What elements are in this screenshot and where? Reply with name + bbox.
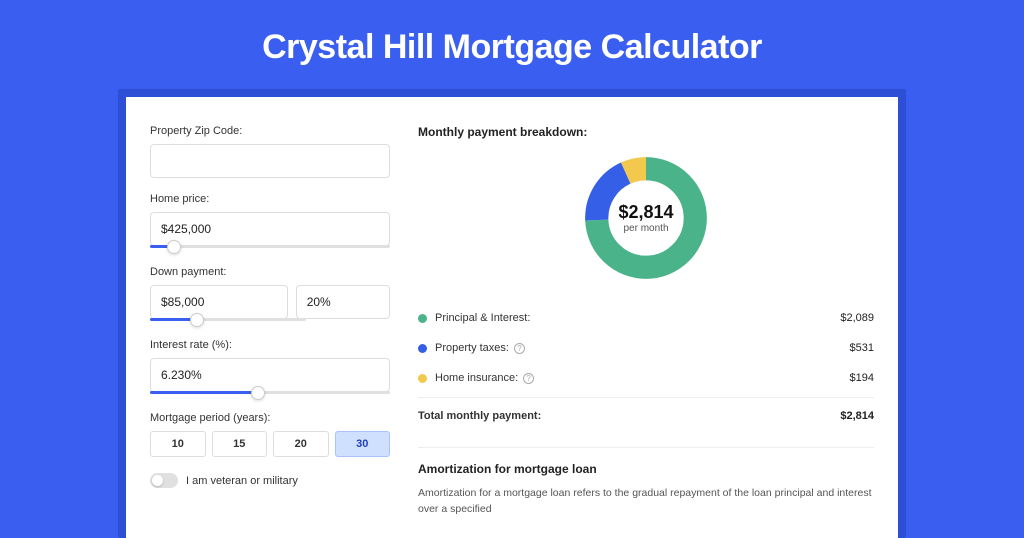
period-option-10[interactable]: 10 xyxy=(150,431,206,457)
legend-label-principal: Principal & Interest: xyxy=(435,312,840,324)
down-payment-amount-input[interactable] xyxy=(150,285,288,319)
legend-text: Property taxes: xyxy=(435,342,509,354)
down-payment-slider[interactable] xyxy=(150,318,306,321)
legend-row-taxes: Property taxes: ? $531 xyxy=(418,333,874,363)
veteran-row: I am veteran or military xyxy=(150,473,390,488)
page-title: Crystal Hill Mortgage Calculator xyxy=(0,0,1024,89)
dot-icon xyxy=(418,344,427,353)
down-payment-label: Down payment: xyxy=(150,266,390,278)
legend-text: Principal & Interest: xyxy=(435,312,530,324)
divider xyxy=(418,447,874,448)
interest-rate-input[interactable] xyxy=(150,358,390,392)
home-price-slider-thumb[interactable] xyxy=(167,240,181,254)
amortization-title: Amortization for mortgage loan xyxy=(418,462,874,476)
home-price-slider[interactable] xyxy=(150,245,390,248)
donut-center: $2,814 per month xyxy=(581,153,711,283)
legend-row-total: Total monthly payment: $2,814 xyxy=(418,397,874,431)
down-payment-slider-thumb[interactable] xyxy=(190,313,204,327)
legend-value-total: $2,814 xyxy=(840,410,874,422)
info-icon[interactable]: ? xyxy=(523,373,534,384)
form-column: Property Zip Code: Home price: Down paym… xyxy=(150,125,390,518)
down-payment-percent-input[interactable] xyxy=(296,285,390,319)
period-option-30[interactable]: 30 xyxy=(335,431,391,457)
period-label: Mortgage period (years): xyxy=(150,412,390,424)
veteran-toggle[interactable] xyxy=(150,473,178,488)
donut-sub: per month xyxy=(623,223,668,234)
card-outer: Property Zip Code: Home price: Down paym… xyxy=(118,89,906,538)
period-group: Mortgage period (years): 10 15 20 30 xyxy=(150,412,390,457)
down-payment-group: Down payment: xyxy=(150,266,390,321)
breakdown-title: Monthly payment breakdown: xyxy=(418,125,874,139)
legend-value-taxes: $531 xyxy=(850,342,874,354)
interest-rate-slider-thumb[interactable] xyxy=(251,386,265,400)
home-price-label: Home price: xyxy=(150,193,390,205)
legend-text: Home insurance: xyxy=(435,372,518,384)
interest-rate-label: Interest rate (%): xyxy=(150,339,390,351)
zip-field-group: Property Zip Code: xyxy=(150,125,390,178)
donut-amount: $2,814 xyxy=(618,202,673,223)
legend-value-insurance: $194 xyxy=(850,372,874,384)
interest-rate-slider[interactable] xyxy=(150,391,390,394)
legend-row-insurance: Home insurance: ? $194 xyxy=(418,363,874,393)
dot-icon xyxy=(418,374,427,383)
info-icon[interactable]: ? xyxy=(514,343,525,354)
donut-chart: $2,814 per month xyxy=(581,153,711,283)
home-price-group: Home price: xyxy=(150,193,390,248)
donut-chart-wrap: $2,814 per month xyxy=(418,153,874,283)
period-options: 10 15 20 30 xyxy=(150,431,390,457)
legend-label-insurance: Home insurance: ? xyxy=(435,372,850,384)
period-option-20[interactable]: 20 xyxy=(273,431,329,457)
home-price-input[interactable] xyxy=(150,212,390,246)
legend-value-principal: $2,089 xyxy=(840,312,874,324)
legend-label-taxes: Property taxes: ? xyxy=(435,342,850,354)
breakdown-column: Monthly payment breakdown: $2,814 per mo… xyxy=(418,125,874,518)
dot-icon xyxy=(418,314,427,323)
period-option-15[interactable]: 15 xyxy=(212,431,268,457)
amortization-text: Amortization for a mortgage loan refers … xyxy=(418,486,874,518)
legend-label-total: Total monthly payment: xyxy=(418,410,840,422)
zip-input[interactable] xyxy=(150,144,390,178)
interest-rate-group: Interest rate (%): xyxy=(150,339,390,394)
veteran-label: I am veteran or military xyxy=(186,475,298,487)
calculator-card: Property Zip Code: Home price: Down paym… xyxy=(126,97,898,538)
zip-label: Property Zip Code: xyxy=(150,125,390,137)
legend-row-principal: Principal & Interest: $2,089 xyxy=(418,303,874,333)
